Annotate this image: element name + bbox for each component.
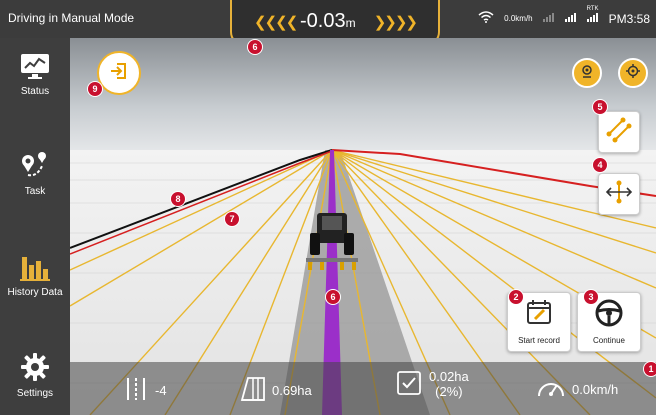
start-record-label: Start record [518,336,560,345]
sidebar-item-history-data[interactable]: History Data [0,251,70,298]
speed-metric: 0.0km/h [536,376,618,403]
steering-wheel-icon [595,299,623,332]
line-number-value: -4 [155,383,167,398]
camera-icon [580,64,594,83]
locate-button[interactable] [618,58,648,88]
camera-button[interactable] [572,58,602,88]
worked-area-value: 0.02ha [429,368,469,384]
continue-label: Continue [592,336,626,345]
sidebar-item-label: Settings [16,388,54,399]
marker-badge: 4 [592,157,608,173]
rtk-signal-icon: RTK [586,6,599,25]
worked-area-icon [395,368,429,399]
worked-area-percent: (2%) [435,383,463,399]
crosshair-icon [626,63,640,83]
field-area-metric: 0.69ha [238,376,312,405]
parallel-lines-icon [605,116,633,149]
marker-badge: 6 [325,289,341,305]
sidebar-item-label: Task [24,186,46,197]
ab-line-button[interactable] [598,111,640,153]
sidebar: Status Task History Data Settings [0,38,70,415]
exit-icon [109,61,129,86]
line-shift-button[interactable] [598,173,640,215]
gear-icon [20,353,50,385]
exit-navigation-button[interactable] [97,51,141,95]
left-chevrons-icon: ❮❮❮❮ [254,14,298,31]
worked-area-text: 0.02ha (2%) [429,369,469,399]
sidebar-item-label: History Data [7,287,63,298]
field-area-icon [238,376,272,405]
marker-badge: 9 [87,81,103,97]
top-status-bar: Driving in Manual Mode ❮❮❮❮ -0.03m ❯❯❯❯ … [0,0,656,46]
monitor-chart-icon [19,54,51,83]
marker-badge: 2 [508,289,524,305]
sidebar-item-task[interactable]: Task [0,150,70,197]
offset-value: -0.03m [300,10,356,32]
speed-value: 0.0km/h [572,382,619,397]
clock-time: PM3:58 [608,11,650,26]
worked-area-metric: 0.02ha (2%) [395,368,469,399]
bottom-info-bar: -4 0.69ha 0.02ha (2%) 0.0km/h [70,362,656,415]
right-chevrons-icon: ❯❯❯❯ [373,14,418,31]
sidebar-item-status[interactable]: Status [0,52,70,97]
speedometer-icon [536,376,572,403]
line-number-metric: -4 [123,376,167,405]
route-pin-icon [19,152,51,183]
signal-icon [542,12,555,25]
wifi-icon [478,11,494,26]
bar-chart-icon [19,257,51,284]
field-view [70,38,656,415]
marker-badge: 1 [643,361,656,377]
sidebar-item-label: Status [20,86,50,97]
marker-badge: 3 [583,289,599,305]
marker-badge: 6 [247,39,263,55]
map-scene[interactable]: Start record Continue [70,38,656,415]
speed-status-text: 0.0km/h [504,14,533,23]
sky [70,38,656,153]
field-area-value: 0.69ha [272,383,312,398]
left-right-arrows-icon [605,180,633,209]
driving-mode-text: Driving in Manual Mode [8,11,135,25]
line-number-icon [123,376,155,405]
marker-badge: 7 [224,211,240,227]
sidebar-item-settings[interactable]: Settings [0,352,70,399]
marker-badge: 5 [592,99,608,115]
satellite-signal-icon [564,12,577,25]
status-icons: 0.0km/h RTK PM3:58 [478,6,650,26]
calendar-edit-icon [526,299,552,330]
marker-badge: 8 [170,191,186,207]
